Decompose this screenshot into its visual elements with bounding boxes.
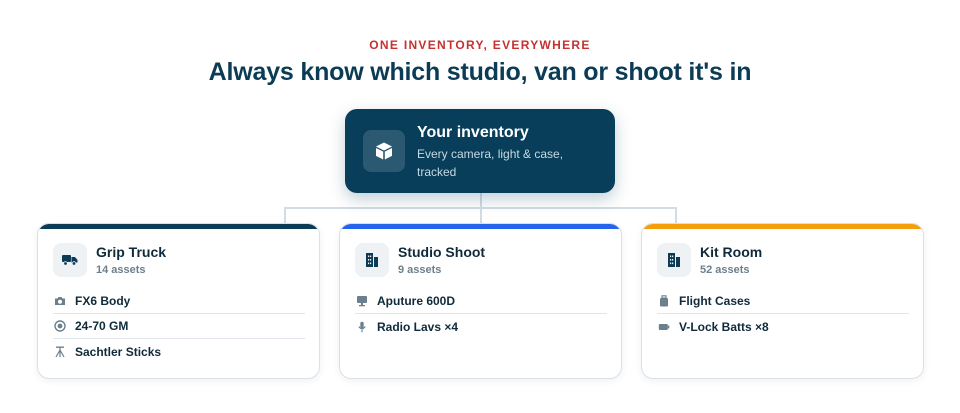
card-title: Kit Room <box>700 244 763 260</box>
item-label: 24-70 GM <box>75 319 129 333</box>
asset-list: FX6 Body 24-70 GM Sachtler Sticks <box>53 289 305 364</box>
location-card-kit-room[interactable]: Kit Room 52 assets Flight Cases V-Lock B… <box>641 223 924 379</box>
list-item[interactable]: Flight Cases <box>657 289 909 314</box>
item-label: Flight Cases <box>679 294 751 308</box>
card-accent-bar <box>340 224 621 229</box>
list-item[interactable]: FX6 Body <box>53 289 305 314</box>
battery-icon <box>657 320 671 334</box>
list-item[interactable]: Sachtler Sticks <box>53 339 305 364</box>
connector-trunk <box>480 193 482 208</box>
item-label: Aputure 600D <box>377 294 456 308</box>
card-title: Grip Truck <box>96 244 167 260</box>
connector-right <box>675 207 677 223</box>
list-item[interactable]: Aputure 600D <box>355 289 607 314</box>
list-item[interactable]: 24-70 GM <box>53 314 305 339</box>
card-title: Studio Shoot <box>398 244 486 260</box>
eyebrow-label: ONE INVENTORY, EVERYWHERE <box>369 38 591 52</box>
mic-icon <box>355 320 369 334</box>
building-icon <box>657 243 691 277</box>
tripod-icon <box>53 345 67 359</box>
camera-icon <box>53 294 67 308</box>
item-label: Radio Lavs ×4 <box>377 319 459 334</box>
card-accent-bar <box>642 224 923 229</box>
item-label: Sachtler Sticks <box>75 344 162 359</box>
list-item[interactable]: Radio Lavs ×4 <box>355 314 607 339</box>
asset-count: 14 assets <box>96 264 146 276</box>
item-label: V-Lock Batts ×8 <box>679 319 769 334</box>
root-subtitle: Every camera, light & case, tracked <box>417 147 564 179</box>
asset-count: 9 assets <box>398 264 442 276</box>
location-card-studio-shoot[interactable]: Studio Shoot 9 assets Aputure 600D Radio… <box>339 223 622 379</box>
location-card-grip-truck[interactable]: Grip Truck 14 assets FX6 Body 24-70 GM S… <box>37 223 320 379</box>
truck-icon <box>53 243 87 277</box>
building-icon <box>355 243 389 277</box>
lens-icon <box>53 319 67 333</box>
page-headline: Always know which studio, van or shoot i… <box>208 58 752 86</box>
monitor-icon <box>355 294 369 308</box>
asset-list: Aputure 600D Radio Lavs ×4 <box>355 289 607 339</box>
connector-center <box>480 207 482 223</box>
card-accent-bar <box>38 224 319 229</box>
box-icon <box>363 130 405 172</box>
root-inventory-card[interactable]: Your inventory Every camera, light & cas… <box>345 109 615 193</box>
asset-count: 52 assets <box>700 264 750 276</box>
connector-left <box>284 207 286 223</box>
asset-list: Flight Cases V-Lock Batts ×8 <box>657 289 909 339</box>
root-title: Your inventory <box>417 124 529 141</box>
list-item[interactable]: V-Lock Batts ×8 <box>657 314 909 339</box>
item-label: FX6 Body <box>75 294 131 308</box>
case-icon <box>657 294 671 308</box>
